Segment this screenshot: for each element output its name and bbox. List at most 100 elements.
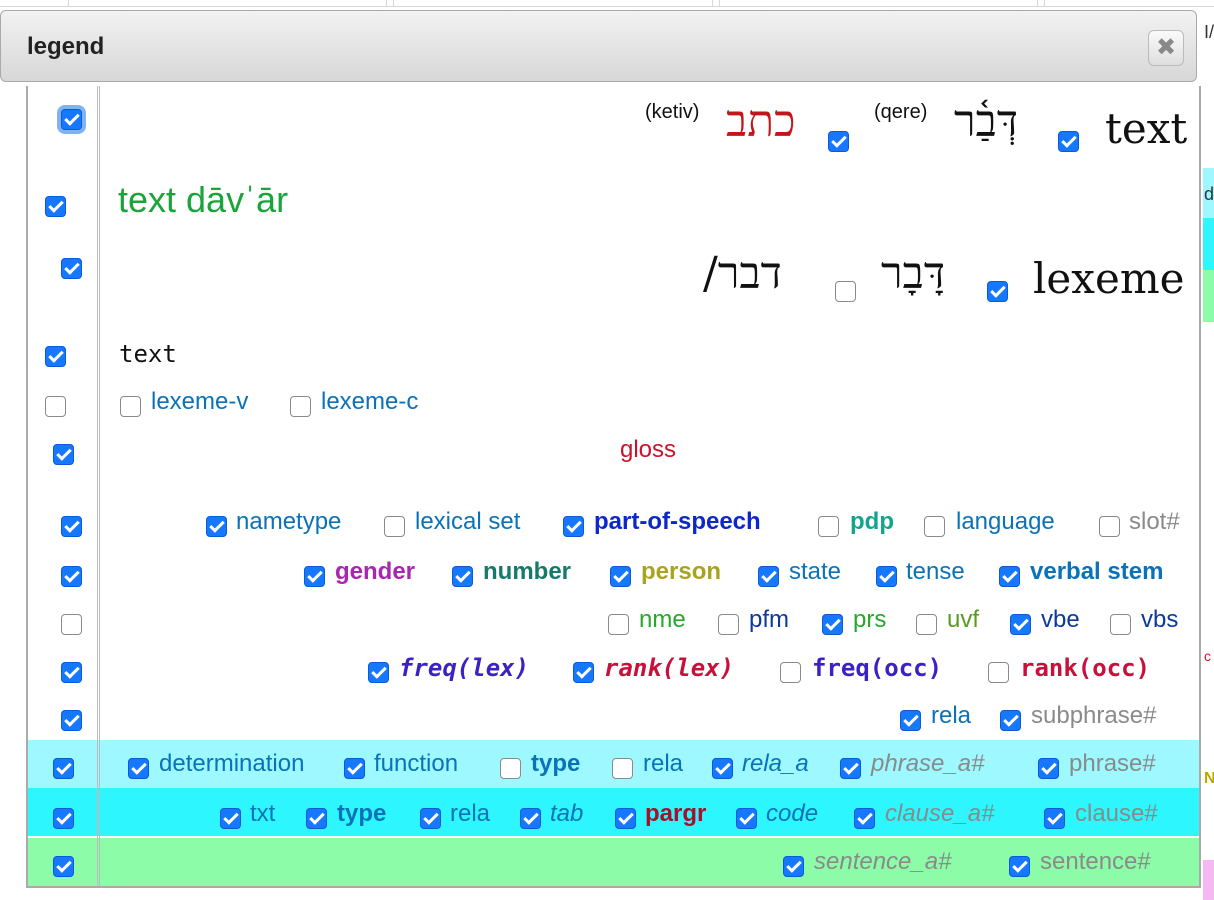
freq-lex-checkbox[interactable] [368, 662, 389, 683]
tab-checkbox[interactable] [520, 808, 541, 829]
toggle-phrase-row-checkbox[interactable] [53, 758, 74, 779]
subphrase-checkbox[interactable] [1000, 710, 1021, 731]
qere-label: (qere) [874, 101, 928, 123]
prs-checkbox[interactable] [822, 614, 843, 635]
number-checkbox[interactable] [452, 566, 473, 587]
toggle-features4-checkbox[interactable] [61, 662, 82, 683]
slot-checkbox[interactable] [1099, 516, 1120, 537]
rela-word-checkbox[interactable] [900, 710, 921, 731]
phrase-type-checkbox[interactable] [500, 758, 521, 779]
dialog-titlebar[interactable]: legend ✖ [0, 10, 1197, 82]
toggle-text-row-checkbox[interactable] [61, 109, 82, 130]
sentence-a-label: sentence_a# [814, 848, 952, 875]
txt-checkbox[interactable] [220, 808, 241, 829]
tense-checkbox[interactable] [876, 566, 897, 587]
subphrase-label: subphrase# [1031, 702, 1157, 729]
toggle-features1-checkbox[interactable] [61, 516, 82, 537]
language-checkbox[interactable] [924, 516, 945, 537]
rela-a-checkbox[interactable] [712, 758, 733, 779]
determination-checkbox[interactable] [128, 758, 149, 779]
phrase-a-label: phrase_a# [871, 750, 985, 777]
pargr-checkbox[interactable] [615, 808, 636, 829]
background-glyph: d [1204, 184, 1214, 204]
uvf-checkbox[interactable] [916, 614, 937, 635]
toggle-gloss-row-checkbox[interactable] [53, 444, 74, 465]
tense-label: tense [906, 558, 965, 585]
sentence-a-checkbox[interactable] [783, 856, 804, 877]
person-checkbox[interactable] [610, 566, 631, 587]
mono-text: text [119, 340, 177, 368]
lexeme-consonantal-checkbox[interactable] [835, 281, 856, 302]
phrase-number-checkbox[interactable] [1038, 758, 1059, 779]
clause-a-checkbox[interactable] [854, 808, 875, 829]
gender-checkbox[interactable] [304, 566, 325, 587]
tab-label: tab [550, 800, 584, 827]
state-label: state [789, 558, 842, 585]
lexeme-hebrew: דָּבָר [881, 248, 945, 299]
lexeme-checkbox[interactable] [987, 281, 1008, 302]
background-glyph: N [1204, 770, 1214, 787]
legend-content: (ketiv) כתב (qere) דְּבַ֫ר text text dāv… [26, 86, 1201, 888]
vbe-checkbox[interactable] [1010, 614, 1031, 635]
text-label: text [1105, 104, 1188, 153]
prs-label: prs [853, 606, 887, 633]
slot-label: slot# [1129, 508, 1180, 535]
verbal-stem-label: verbal stem [1030, 558, 1164, 585]
sentence-number-checkbox[interactable] [1009, 856, 1030, 877]
vbs-label: vbs [1141, 606, 1179, 633]
nme-label: nme [639, 606, 686, 633]
lexeme-c-checkbox[interactable] [290, 396, 311, 417]
toggle-mono-row-checkbox[interactable] [45, 346, 66, 367]
lexeme-v-label: lexeme-v [151, 388, 249, 415]
toggle-translit-row-checkbox[interactable] [45, 196, 66, 217]
toggle-features2-checkbox[interactable] [61, 566, 82, 587]
clause-a-label: clause_a# [885, 800, 995, 827]
lexeme-v-checkbox[interactable] [120, 396, 141, 417]
ketiv-checkbox[interactable] [828, 131, 849, 152]
toggle-clause-row-checkbox[interactable] [53, 808, 74, 829]
rank-occ-checkbox[interactable] [988, 662, 1009, 683]
state-checkbox[interactable] [758, 566, 779, 587]
rank-lex-label: rank(lex) [604, 654, 735, 682]
rank-lex-checkbox[interactable] [573, 662, 594, 683]
pfm-checkbox[interactable] [718, 614, 739, 635]
toggle-features3-checkbox[interactable] [61, 614, 82, 635]
phrase-rela-label: rela [643, 750, 684, 777]
freq-occ-label: freq(occ) [812, 654, 943, 682]
part-of-speech-checkbox[interactable] [563, 516, 584, 537]
clause-rela-label: rela [450, 800, 491, 827]
nametype-checkbox[interactable] [206, 516, 227, 537]
toggle-lexcodes-row-checkbox[interactable] [45, 396, 66, 417]
phrase-a-checkbox[interactable] [840, 758, 861, 779]
freq-lex-label: freq(lex) [399, 654, 530, 682]
pdp-checkbox[interactable] [818, 516, 839, 537]
determination-label: determination [159, 750, 305, 777]
background-clause-strip [1203, 218, 1214, 270]
freq-occ-checkbox[interactable] [780, 662, 801, 683]
nametype-label: nametype [236, 508, 342, 535]
phrase-rela-checkbox[interactable] [612, 758, 633, 779]
background-pink-strip [1203, 860, 1214, 900]
clause-type-checkbox[interactable] [306, 808, 327, 829]
pargr-label: pargr [645, 800, 707, 827]
toggle-sentence-row-checkbox[interactable] [53, 856, 74, 877]
part-of-speech-label: part-of-speech [594, 508, 761, 535]
toggle-lexeme-row-checkbox[interactable] [61, 258, 82, 279]
clause-rela-checkbox[interactable] [420, 808, 441, 829]
qere-checkbox[interactable] [1058, 131, 1079, 152]
toggle-features5-checkbox[interactable] [61, 710, 82, 731]
qere-hebrew: דְּבַ֫ר [954, 96, 1018, 147]
code-checkbox[interactable] [736, 808, 757, 829]
lexical-set-checkbox[interactable] [384, 516, 405, 537]
background-sentence-strip [1203, 270, 1214, 322]
phrase-number-label: phrase# [1069, 750, 1156, 777]
vbs-checkbox[interactable] [1110, 614, 1131, 635]
close-button[interactable]: ✖ [1148, 30, 1184, 66]
background-glyph: I/ [1204, 22, 1214, 42]
nme-checkbox[interactable] [608, 614, 629, 635]
clause-number-label: clause# [1075, 800, 1158, 827]
lexeme-c-label: lexeme-c [321, 388, 419, 415]
function-checkbox[interactable] [344, 758, 365, 779]
verbal-stem-checkbox[interactable] [999, 566, 1020, 587]
clause-number-checkbox[interactable] [1044, 808, 1065, 829]
